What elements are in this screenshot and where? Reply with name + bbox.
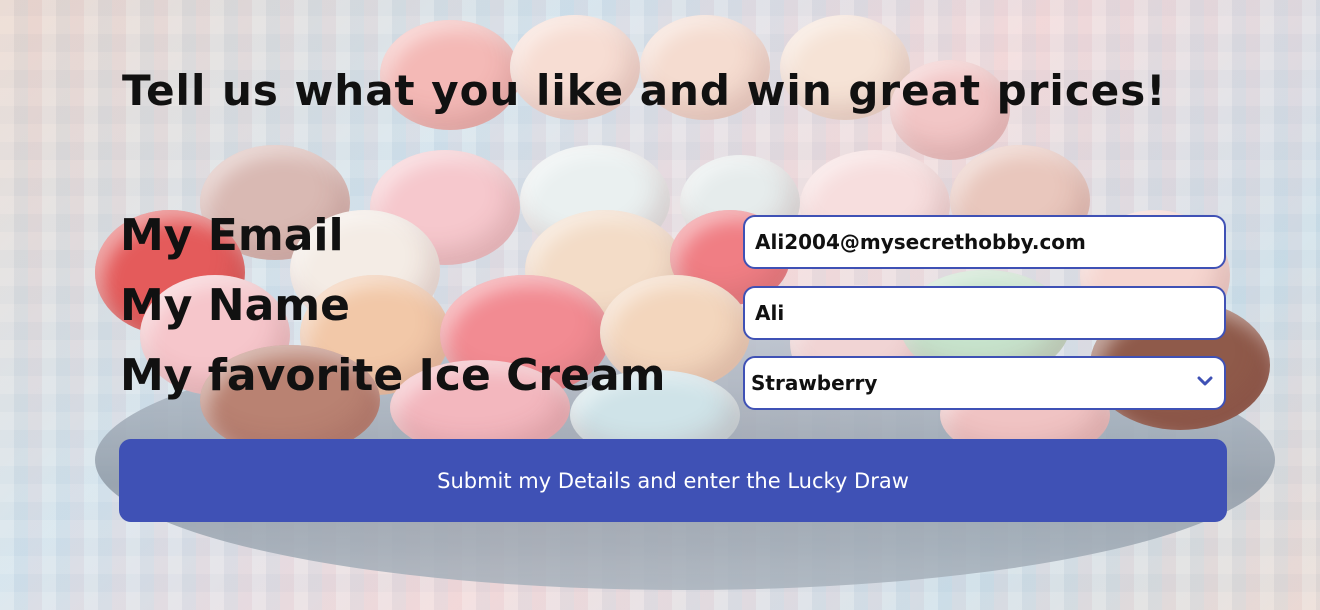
icecream-select[interactable]: Strawberry xyxy=(743,356,1226,410)
name-label: My Name xyxy=(120,280,350,331)
icecream-select-value: Strawberry xyxy=(751,371,878,395)
submit-button[interactable]: Submit my Details and enter the Lucky Dr… xyxy=(119,439,1227,522)
name-field[interactable] xyxy=(743,286,1226,340)
chevron-down-icon xyxy=(1197,376,1213,386)
page-title: Tell us what you like and win great pric… xyxy=(122,66,1167,115)
email-label: My Email xyxy=(120,210,344,261)
email-field[interactable] xyxy=(743,215,1226,269)
icecream-label: My favorite Ice Cream xyxy=(120,350,666,401)
